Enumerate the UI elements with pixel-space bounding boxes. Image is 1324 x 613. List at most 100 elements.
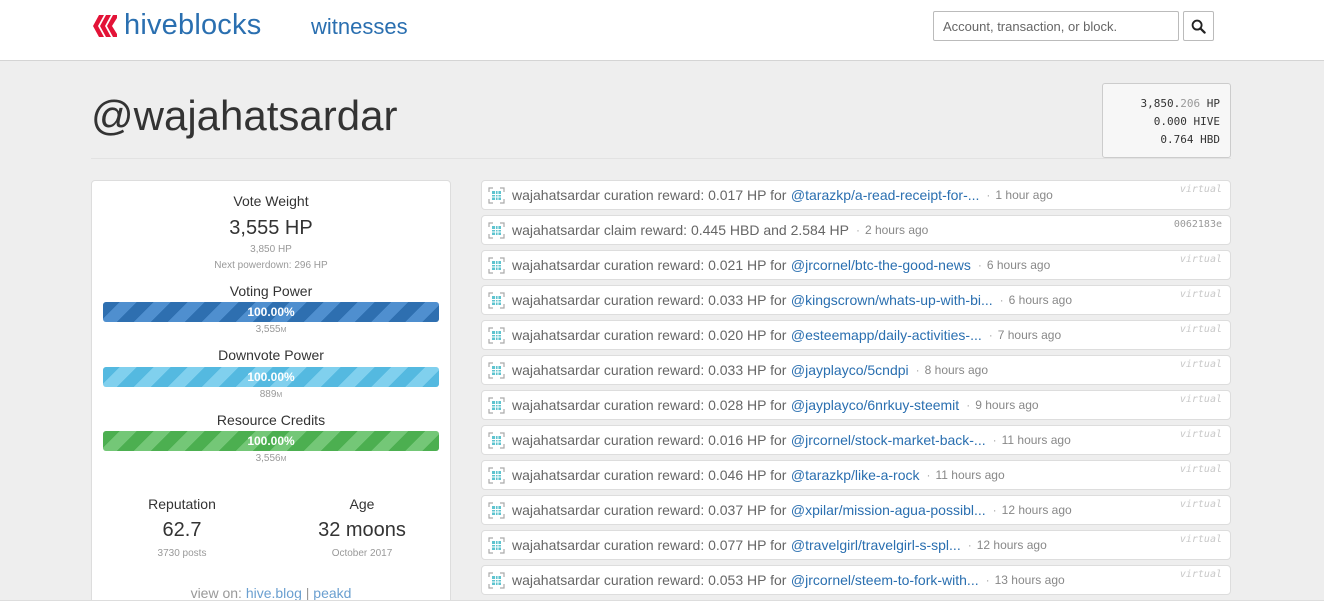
separator-dot: ·: [985, 573, 990, 587]
virtual-op-tag: virtual: [1179, 534, 1222, 545]
next-powerdown: Next powerdown: 296 HP: [214, 260, 328, 271]
age-block: Age 32 moons October 2017: [272, 496, 452, 559]
resource-credits-value: 3,556M: [255, 453, 287, 464]
operation-type-icon: [488, 467, 505, 484]
virtual-op-tag: virtual: [1179, 394, 1222, 405]
operation-type-icon: [488, 537, 505, 554]
operation-post-link[interactable]: @jayplayco/5cndpi: [791, 362, 909, 378]
operation-time: 6 hours ago: [1008, 293, 1073, 307]
top-navbar: hiveblocks witnesses: [0, 0, 1324, 61]
virtual-op-tag: virtual: [1179, 324, 1222, 335]
separator-dot: ·: [966, 398, 971, 412]
operation-post-link[interactable]: @esteemapp/daily-activities-...: [791, 327, 982, 343]
separator-dot: ·: [915, 363, 920, 377]
operation-post-link[interactable]: @tarazkp/a-read-receipt-for-...: [791, 187, 980, 203]
operation-row[interactable]: wajahatsardar curation reward: 0.033 HP …: [481, 285, 1231, 315]
virtual-op-tag: virtual: [1179, 464, 1222, 475]
operation-type-icon: [488, 327, 505, 344]
operation-time: 13 hours ago: [994, 573, 1065, 587]
operation-time: 11 hours ago: [1001, 433, 1071, 447]
vote-weight-hp: 3,850 HP: [250, 244, 292, 255]
operation-text: wajahatsardar curation reward: 0.021 HP …: [512, 257, 787, 273]
separator-dot: ·: [977, 258, 982, 272]
operation-text: wajahatsardar curation reward: 0.028 HP …: [512, 397, 787, 413]
downvote-power-bar: 100.00%: [103, 367, 439, 387]
nav-witnesses-link[interactable]: witnesses: [311, 14, 408, 40]
virtual-op-tag: virtual: [1179, 289, 1222, 300]
operation-row[interactable]: wajahatsardar curation reward: 0.046 HP …: [481, 460, 1231, 490]
operation-post-link[interactable]: @travelgirl/travelgirl-s-spl...: [791, 537, 961, 553]
transaction-id-link[interactable]: 0062183e: [1174, 219, 1222, 230]
balance-hp: 3,850.206 HP: [1140, 97, 1221, 110]
page-title: @wajahatsardar: [91, 92, 398, 139]
brand-name: hiveblocks: [124, 9, 262, 41]
resource-credits-label: 100.00%: [247, 434, 295, 448]
reputation-block: Reputation 62.7 3730 posts: [92, 496, 272, 559]
bottom-strip: [0, 600, 1324, 613]
resource-credits-bar: 100.00%: [103, 431, 439, 451]
operation-post-link[interactable]: @kingscrown/whats-up-with-bi...: [791, 292, 993, 308]
age-title: Age: [349, 496, 375, 512]
operation-row[interactable]: wajahatsardar curation reward: 0.077 HP …: [481, 530, 1231, 560]
operation-row[interactable]: wajahatsardar curation reward: 0.017 HP …: [481, 180, 1231, 210]
separator-dot: ·: [926, 468, 931, 482]
search-button[interactable]: [1183, 11, 1214, 41]
vote-weight-value: 3,555 HP: [229, 217, 313, 239]
operation-text: wajahatsardar curation reward: 0.033 HP …: [512, 362, 787, 378]
voting-power-label: 100.00%: [247, 305, 295, 319]
operation-text: wajahatsardar curation reward: 0.020 HP …: [512, 327, 787, 343]
virtual-op-tag: virtual: [1179, 569, 1222, 580]
operation-row[interactable]: wajahatsardar curation reward: 0.053 HP …: [481, 565, 1231, 595]
operation-row[interactable]: wajahatsardar curation reward: 0.020 HP …: [481, 320, 1231, 350]
operation-time: 9 hours ago: [975, 398, 1039, 412]
hive-logo-icon: [93, 14, 117, 37]
operation-type-icon: [488, 292, 505, 309]
operation-time: 11 hours ago: [935, 468, 1005, 482]
operation-time: 1 hour ago: [995, 188, 1053, 202]
hive-blog-link[interactable]: hive.blog: [246, 585, 302, 601]
operation-post-link[interactable]: @jrcornel/stock-market-back-...: [791, 432, 986, 448]
operation-type-icon: [488, 572, 505, 589]
join-date: October 2017: [331, 548, 393, 559]
operation-row[interactable]: wajahatsardar curation reward: 0.033 HP …: [481, 355, 1231, 385]
operation-type-icon: [488, 502, 505, 519]
operation-time: 6 hours ago: [986, 258, 1051, 272]
separator-dot: ·: [992, 503, 997, 517]
virtual-op-tag: virtual: [1179, 184, 1222, 195]
operation-text: wajahatsardar curation reward: 0.037 HP …: [512, 502, 787, 518]
operation-row[interactable]: wajahatsardar curation reward: 0.037 HP …: [481, 495, 1231, 525]
operation-time: 2 hours ago: [864, 223, 929, 237]
operation-row[interactable]: wajahatsardar curation reward: 0.028 HP …: [481, 390, 1231, 420]
operation-row[interactable]: wajahatsardar curation reward: 0.021 HP …: [481, 250, 1231, 280]
operation-post-link[interactable]: @tarazkp/like-a-rock: [791, 467, 920, 483]
voting-power-title: Voting Power: [229, 283, 313, 299]
operation-post-link[interactable]: @xpilar/mission-agua-possibl...: [791, 502, 986, 518]
operation-time: 12 hours ago: [1001, 503, 1072, 517]
operation-text: wajahatsardar curation reward: 0.046 HP …: [512, 467, 787, 483]
operation-text: wajahatsardar curation reward: 0.017 HP …: [512, 187, 787, 203]
resource-credits-title: Resource Credits: [216, 412, 326, 428]
peakd-link[interactable]: peakd: [313, 585, 351, 601]
operation-row[interactable]: wajahatsardar curation reward: 0.016 HP …: [481, 425, 1231, 455]
separator-dot: ·: [999, 293, 1004, 307]
reputation-value: 62.7: [162, 519, 202, 541]
brand-logo[interactable]: hiveblocks: [91, 9, 261, 42]
post-count: 3730 posts: [157, 548, 207, 559]
operation-post-link[interactable]: @jrcornel/btc-the-good-news: [791, 257, 971, 273]
separator-dot: ·: [986, 188, 991, 202]
downvote-power-value: 889M: [259, 389, 283, 400]
separator-dot: ·: [988, 328, 993, 342]
virtual-op-tag: virtual: [1179, 254, 1222, 265]
voting-power-value: 3,555M: [255, 324, 287, 335]
operation-post-link[interactable]: @jayplayco/6nrkuy-steemit: [791, 397, 959, 413]
virtual-op-tag: virtual: [1179, 429, 1222, 440]
virtual-op-tag: virtual: [1179, 499, 1222, 510]
balances-box: 3,850.206 HP 0.000 HIVE 0.764 HBD: [1102, 83, 1231, 158]
search-icon: [1191, 19, 1206, 34]
operation-post-link[interactable]: @jrcornel/steem-to-fork-with...: [791, 572, 979, 588]
operation-time: 12 hours ago: [976, 538, 1047, 552]
balance-hive: 0.000 HIVE: [1153, 115, 1220, 128]
search-input[interactable]: [933, 11, 1179, 41]
operation-row[interactable]: wajahatsardar claim reward: 0.445 HBD an…: [481, 215, 1231, 245]
balance-hbd: 0.764 HBD: [1160, 133, 1220, 146]
